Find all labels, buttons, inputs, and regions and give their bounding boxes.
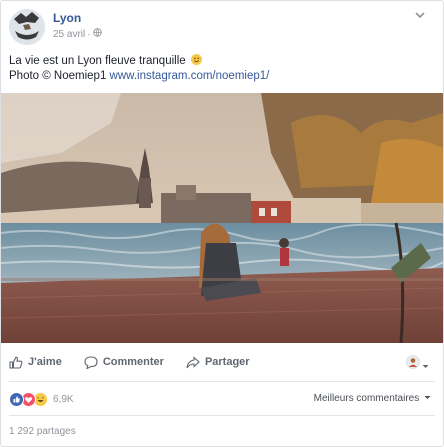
post-text-line1: La vie est un Lyon fleuve tranquille (9, 55, 186, 67)
meta-separator: · (87, 28, 91, 40)
page-avatar[interactable] (9, 9, 45, 45)
avatar-icon (406, 355, 420, 374)
reactions-bar: 6,9K Meilleurs commentaires (9, 389, 435, 409)
like-button[interactable]: J'aime (9, 356, 62, 369)
reaction-count[interactable]: 6,9K (53, 394, 74, 405)
post-text-line2: Photo © Noemiep1 (9, 70, 107, 82)
comment-button[interactable]: Commenter (84, 355, 164, 369)
divider (9, 415, 435, 416)
post-card: Lyon 25 avril · La vie est un Lyon fleuv… (0, 0, 444, 447)
speech-bubble-icon (84, 355, 98, 369)
reaction-icons[interactable] (9, 391, 48, 407)
share-arrow-icon (186, 355, 200, 369)
chevron-down-icon (422, 393, 431, 404)
chevron-down-icon[interactable] (413, 11, 427, 23)
post-meta: 25 avril · (53, 28, 102, 40)
action-bar: J'aime Commenter Partager (9, 349, 435, 375)
comment-label: Commenter (102, 356, 164, 368)
globe-icon (92, 28, 102, 40)
smiley-emoji (190, 54, 202, 65)
chevron-down-icon (422, 356, 429, 374)
share-label: Partager (204, 356, 250, 368)
like-reaction-icon (9, 391, 24, 407)
post-header: Lyon 25 avril · (9, 9, 429, 49)
like-label: J'aime (28, 356, 62, 368)
share-count[interactable]: 1 292 partages (9, 426, 76, 437)
post-text: La vie est un Lyon fleuve tranquille Pho… (9, 54, 429, 84)
audience-selector[interactable] (406, 355, 429, 374)
post-photo[interactable] (1, 93, 443, 343)
best-comments-label: Meilleurs commentaires (313, 393, 420, 404)
page-name[interactable]: Lyon (53, 11, 81, 25)
share-button[interactable]: Partager (186, 355, 250, 369)
post-date[interactable]: 25 avril (53, 29, 85, 40)
best-comments-dropdown[interactable]: Meilleurs commentaires (314, 393, 431, 404)
divider (9, 381, 435, 382)
instagram-link[interactable]: www.instagram.com/noemiep1/ (110, 70, 270, 82)
thumbs-up-icon (9, 356, 23, 369)
